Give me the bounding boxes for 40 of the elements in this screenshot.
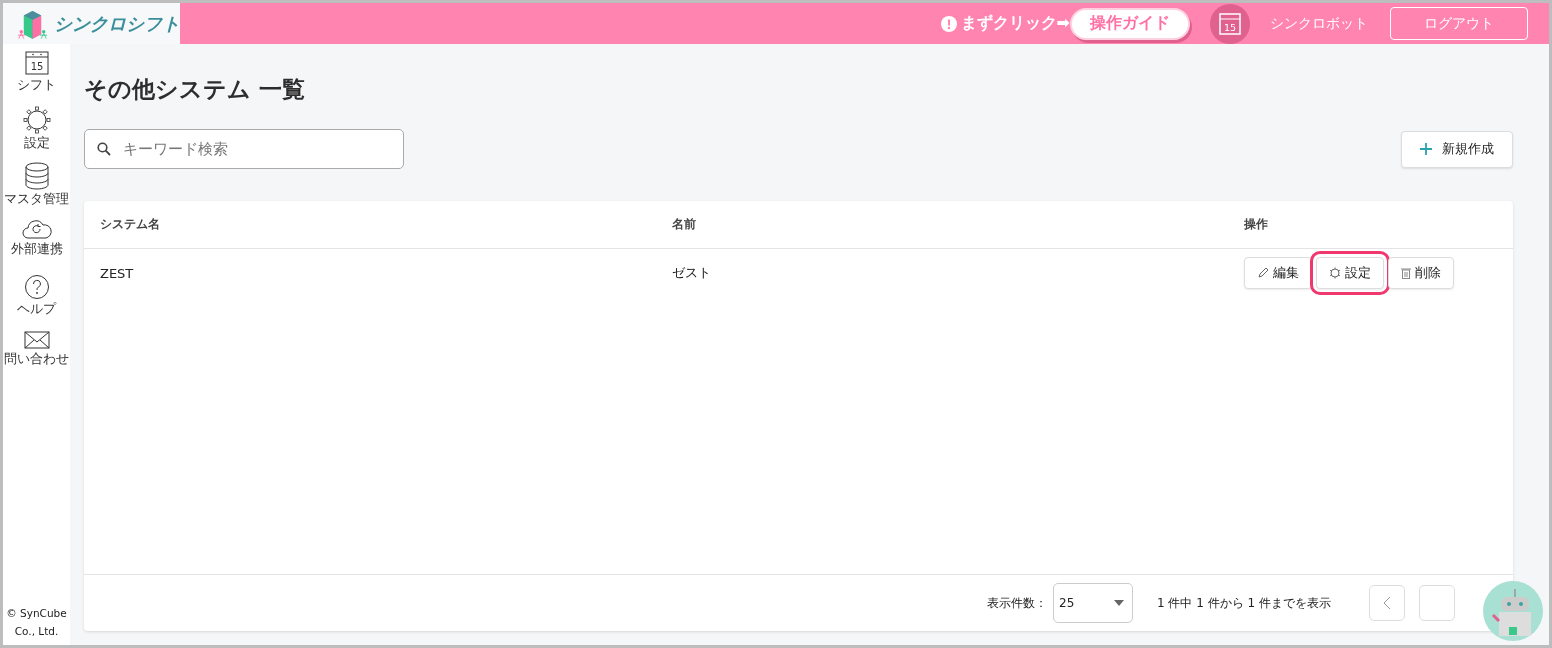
page-size-label: 表示件数： (987, 594, 1047, 612)
search-icon (97, 142, 111, 156)
settings-icon (22, 106, 51, 134)
guide-hint: まずクリック➡ (960, 13, 1070, 34)
page-title: その他システム 一覧 (84, 75, 306, 104)
caret-icon (1114, 600, 1124, 606)
settings-icon (1329, 267, 1341, 279)
sidebar-item[interactable]: 設定 (23, 135, 50, 152)
page-size-select[interactable]: 25 (1053, 583, 1133, 623)
sidebar-item[interactable]: シフト (17, 77, 56, 94)
mail-icon (23, 330, 50, 350)
new-button[interactable]: 新規作成 (1401, 130, 1513, 168)
copyright: © SynCube Co., Ltd. (5, 606, 68, 640)
logo-text: シンクロシフト (54, 11, 180, 36)
database-icon (23, 162, 50, 190)
help-icon (23, 274, 50, 300)
column-header: 操作 (1244, 216, 1269, 233)
search-field[interactable]: キーワード検索 (84, 129, 404, 169)
robot-assistant-icon[interactable] (1483, 581, 1543, 641)
previous-page-button[interactable] (1369, 585, 1405, 621)
plus-icon (1420, 143, 1432, 155)
table-cell-text: ゼスト (672, 264, 712, 282)
calendar-icon: 15 (1219, 12, 1241, 35)
sidebar-item[interactable]: 外部連携 (10, 241, 63, 258)
action-button[interactable]: 削除 (1388, 257, 1454, 289)
table-cell-text: ZEST (100, 265, 135, 281)
trash-icon (1401, 267, 1411, 279)
chevron-left-icon (1383, 596, 1391, 610)
pencil-icon (1257, 267, 1269, 279)
sidebar-item[interactable]: マスタ管理 (4, 191, 69, 208)
action-button[interactable]: 編集 (1244, 257, 1312, 289)
exclamation-icon (940, 15, 957, 32)
sidebar-item[interactable]: ヘルプ (17, 301, 56, 318)
sidebar-item[interactable]: 問い合わせ (4, 351, 69, 368)
column-header: 名前 (672, 216, 697, 233)
column-header: システム名 (100, 216, 161, 233)
next-page-button[interactable] (1419, 585, 1455, 621)
pagination-summary: 1 件中 1 件から 1 件までを表示 (1157, 594, 1331, 612)
cloud-sync-icon (20, 218, 53, 240)
calendar-icon: 15 (23, 50, 50, 76)
